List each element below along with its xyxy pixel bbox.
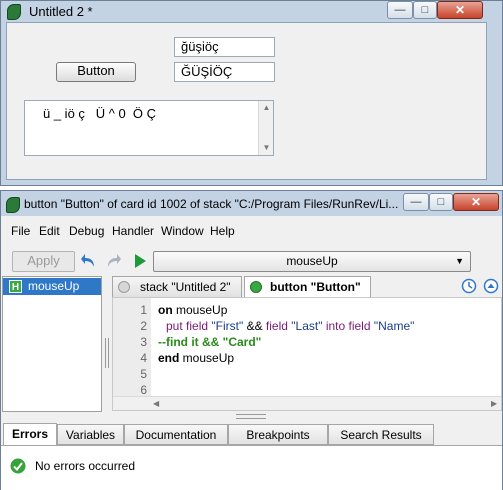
button-tab-icon <box>250 281 262 293</box>
name-field[interactable]: ü _ iö ç Ü ^ 0 Ö Ç <box>24 100 274 156</box>
editor-hscrollbar[interactable]: ◀ ▶ <box>113 396 501 410</box>
editor-close-button[interactable]: ✕ <box>453 193 499 211</box>
string-literal: "Name" <box>373 319 415 333</box>
line-number: 3 <box>140 335 147 349</box>
card-button[interactable]: Button <box>56 62 136 82</box>
tab-search-results[interactable]: Search Results <box>328 424 434 445</box>
errors-pane: No errors occurred <box>1 445 502 490</box>
scroll-down-icon[interactable]: ▼ <box>259 143 274 153</box>
line-number: 5 <box>140 367 147 381</box>
handler-badge-icon: H <box>9 280 22 293</box>
string-literal: "Last" <box>291 319 323 333</box>
app-icon <box>7 4 21 20</box>
script-editor[interactable]: 1 2 3 4 5 6 on mouseUp put field "First"… <box>112 297 502 411</box>
redo-icon[interactable] <box>104 252 122 270</box>
menu-help[interactable]: Help <box>210 224 235 238</box>
apply-button[interactable]: Apply <box>12 251 75 272</box>
menu-handler[interactable]: Handler <box>112 224 154 238</box>
handler-dropdown-value: mouseUp <box>286 254 338 268</box>
editor-window-title: button "Button" of card id 1002 of stack… <box>24 197 399 211</box>
menu-edit[interactable]: Edit <box>39 224 60 238</box>
keyword: end <box>158 351 180 365</box>
line-number: 2 <box>140 319 147 333</box>
tab-variables[interactable]: Variables <box>57 424 124 445</box>
name-field-text: ü _ iö ç Ü ^ 0 Ö Ç <box>43 106 157 121</box>
editor-minimize-button[interactable]: — <box>403 193 429 211</box>
clock-icon[interactable] <box>461 278 477 294</box>
keyword: into <box>322 319 349 333</box>
tab-button[interactable]: button "Button" <box>244 276 371 297</box>
minimize-button[interactable]: — <box>387 1 413 19</box>
last-field[interactable]: ĞÜŞİÖÇ <box>174 62 275 82</box>
scroll-right-icon[interactable]: ▶ <box>491 399 497 409</box>
string-literal: "First" <box>211 319 244 333</box>
stack-window-titlebar[interactable]: Untitled 2 * — □ ✕ <box>1 1 502 23</box>
close-button[interactable]: ✕ <box>437 1 483 19</box>
code-text: mouseUp <box>172 303 228 317</box>
code-line-1: on mouseUp <box>158 302 227 318</box>
tab-documentation[interactable]: Documentation <box>124 424 228 445</box>
menu-file[interactable]: File <box>11 224 30 238</box>
menu-window[interactable]: Window <box>161 224 204 238</box>
handler-dropdown[interactable]: mouseUp ▼ <box>153 251 471 272</box>
editor-app-icon <box>6 197 20 213</box>
line-number: 4 <box>140 351 147 365</box>
scroll-up-icon[interactable]: ▲ <box>259 103 274 113</box>
operator: && <box>243 319 266 333</box>
handler-list-item[interactable]: H mouseUp <box>3 278 101 295</box>
keyword: field <box>182 319 212 333</box>
chevron-down-icon: ▼ <box>455 256 464 266</box>
collapse-up-icon[interactable] <box>483 278 499 294</box>
stack-tab-icon <box>118 281 130 293</box>
tab-stack[interactable]: stack "Untitled 2" <box>112 276 242 297</box>
code-text: mouseUp <box>179 351 235 365</box>
tab-stack-label: stack "Untitled 2" <box>140 280 231 294</box>
window-title: Untitled 2 * <box>29 4 93 19</box>
code-line-3: --find it && "Card" <box>158 335 262 349</box>
editor-maximize-button[interactable]: □ <box>429 193 453 211</box>
first-field[interactable]: ğüşiöç <box>174 37 275 57</box>
menu-debug[interactable]: Debug <box>69 224 104 238</box>
keyword: put <box>166 319 183 333</box>
code-line-2: put field "First" && field "Last" into f… <box>166 318 414 334</box>
tab-errors[interactable]: Errors <box>3 423 57 445</box>
vertical-splitter[interactable] <box>105 338 109 368</box>
code-line-4: end mouseUp <box>158 350 234 366</box>
keyword: field <box>348 319 374 333</box>
tab-breakpoints[interactable]: Breakpoints <box>228 424 328 445</box>
undo-icon[interactable] <box>80 252 98 270</box>
check-icon <box>10 458 26 474</box>
keyword: field <box>265 319 292 333</box>
status-message: No errors occurred <box>35 459 136 473</box>
line-number: 1 <box>140 303 147 317</box>
name-field-scrollbar[interactable]: ▲ ▼ <box>258 101 273 155</box>
handler-list: H mouseUp <box>2 276 102 412</box>
tab-button-label: button "Button" <box>270 280 361 294</box>
scroll-left-icon[interactable]: ◀ <box>153 399 159 409</box>
handler-list-label: mouseUp <box>28 279 80 293</box>
horizontal-splitter[interactable] <box>236 414 266 419</box>
keyword: on <box>158 303 173 317</box>
menu-bar: File Edit Debug Handler Window Help <box>1 220 502 242</box>
maximize-button[interactable]: □ <box>413 1 437 19</box>
line-gutter: 1 2 3 4 5 6 <box>113 298 151 397</box>
run-icon[interactable] <box>132 252 148 270</box>
